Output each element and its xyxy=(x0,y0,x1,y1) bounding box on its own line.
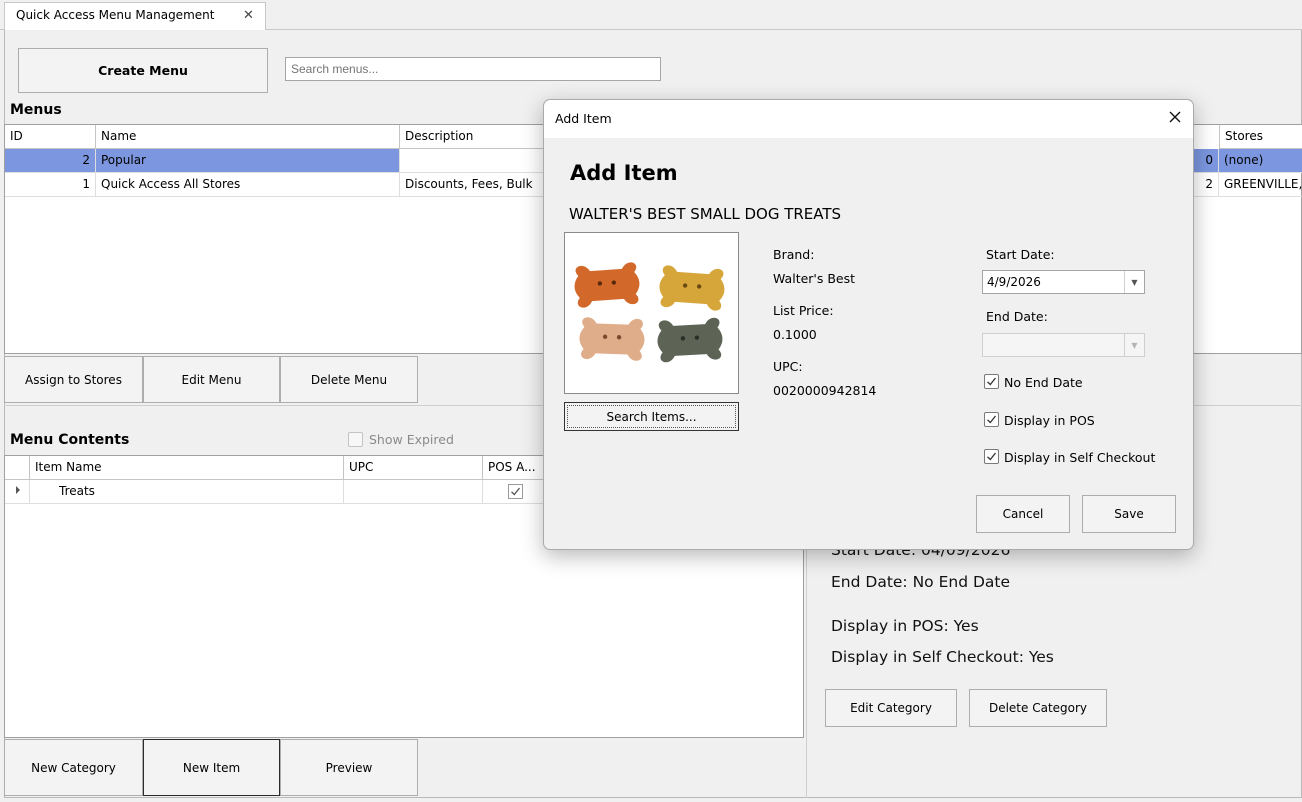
menu-row-description[interactable] xyxy=(400,149,550,173)
list-price-label: List Price: xyxy=(773,303,834,318)
detail-end-date: End Date: No End Date xyxy=(831,573,1011,591)
column-header-upc[interactable]: UPC xyxy=(344,456,483,480)
display-in-pos-checkbox[interactable] xyxy=(984,412,999,427)
add-item-dialog: Add Item Add Item WALTER'S BEST SMALL DO… xyxy=(543,99,1194,550)
menu-row-stores[interactable]: (none) xyxy=(1219,149,1302,173)
preview-button[interactable]: Preview xyxy=(280,739,418,796)
start-date-picker[interactable]: 4/9/2026 ▼ xyxy=(982,270,1145,294)
menus-title: Menus xyxy=(10,102,62,118)
chevron-down-icon[interactable]: ▼ xyxy=(1124,271,1144,293)
menu-row-stores[interactable]: GREENVILLE, xyxy=(1219,173,1302,197)
end-date-label: End Date: xyxy=(986,309,1048,324)
menu-row-id[interactable]: 2 xyxy=(5,149,96,173)
end-date-picker[interactable]: ▼ xyxy=(982,333,1145,357)
row-header-column xyxy=(5,456,30,480)
display-in-self-checkout-checkbox[interactable] xyxy=(984,449,999,464)
cancel-button[interactable]: Cancel xyxy=(976,495,1070,533)
checkmark-icon xyxy=(511,487,521,496)
search-items-button[interactable]: Search Items... xyxy=(564,402,739,431)
show-expired-checkbox[interactable] xyxy=(348,432,363,447)
start-date-value: 4/9/2026 xyxy=(987,275,1041,289)
upc-value: 0020000942814 xyxy=(773,383,877,398)
dialog-titlebar[interactable]: Add Item xyxy=(544,100,1193,138)
list-price-value: 0.1000 xyxy=(773,327,817,342)
column-header-stores[interactable]: Stores xyxy=(1219,125,1302,149)
show-expired-label: Show Expired xyxy=(369,432,454,447)
content-row-upc[interactable] xyxy=(344,480,483,504)
tab-label: Quick Access Menu Management xyxy=(16,8,215,22)
no-end-date-checkbox[interactable] xyxy=(984,374,999,389)
content-row-name[interactable]: Treats xyxy=(30,480,344,504)
checkmark-icon xyxy=(987,377,997,386)
edit-menu-button[interactable]: Edit Menu xyxy=(143,356,280,403)
dialog-window-title: Add Item xyxy=(555,111,612,126)
new-category-button[interactable]: New Category xyxy=(4,739,143,796)
checkmark-icon xyxy=(987,452,997,461)
detail-display-pos: Display in POS: Yes xyxy=(831,617,979,635)
menu-row-store-count[interactable]: 2 xyxy=(1194,173,1219,197)
brand-label: Brand: xyxy=(773,247,815,262)
brand-value: Walter's Best xyxy=(773,271,856,286)
column-header-name[interactable]: Name xyxy=(96,125,400,149)
detail-display-self-checkout: Display in Self Checkout: Yes xyxy=(831,648,1054,666)
product-image xyxy=(564,232,739,394)
checkmark-icon xyxy=(987,415,997,424)
start-date-label: Start Date: xyxy=(986,247,1055,262)
column-header-item-name[interactable]: Item Name xyxy=(30,456,344,480)
dialog-heading: Add Item xyxy=(570,161,678,185)
display-in-self-checkout-label: Display in Self Checkout xyxy=(1004,450,1156,465)
search-menus-input[interactable] xyxy=(285,57,661,81)
create-menu-button[interactable]: Create Menu xyxy=(18,48,268,93)
dog-treats-image xyxy=(573,261,726,363)
menu-row-description[interactable]: Discounts, Fees, Bulk xyxy=(400,173,550,197)
tab-close-icon[interactable]: ✕ xyxy=(243,8,254,23)
new-item-button[interactable]: New Item xyxy=(143,739,280,796)
chevron-down-icon[interactable]: ▼ xyxy=(1124,334,1144,356)
menu-row-name[interactable]: Quick Access All Stores xyxy=(96,173,400,197)
tab-quick-access-menu-management[interactable]: Quick Access Menu Management ✕ xyxy=(4,2,266,31)
delete-menu-button[interactable]: Delete Menu xyxy=(280,356,418,403)
save-button[interactable]: Save xyxy=(1082,495,1176,533)
edit-category-button[interactable]: Edit Category xyxy=(825,689,957,727)
dialog-close-icon[interactable] xyxy=(1164,106,1186,128)
column-header-id[interactable]: ID xyxy=(5,125,96,149)
menu-row-name[interactable]: Popular xyxy=(96,149,400,173)
menu-contents-title: Menu Contents xyxy=(10,432,130,448)
menu-row-id[interactable]: 1 xyxy=(5,173,96,197)
delete-category-button[interactable]: Delete Category xyxy=(969,689,1107,727)
product-name: WALTER'S BEST SMALL DOG TREATS xyxy=(569,205,842,223)
assign-to-stores-button[interactable]: Assign to Stores xyxy=(4,356,143,403)
expand-row-icon[interactable] xyxy=(5,480,30,504)
display-in-pos-label: Display in POS xyxy=(1004,413,1095,428)
menu-row-store-count[interactable]: 0 xyxy=(1194,149,1219,173)
no-end-date-label: No End Date xyxy=(1004,375,1083,390)
upc-label: UPC: xyxy=(773,359,803,374)
